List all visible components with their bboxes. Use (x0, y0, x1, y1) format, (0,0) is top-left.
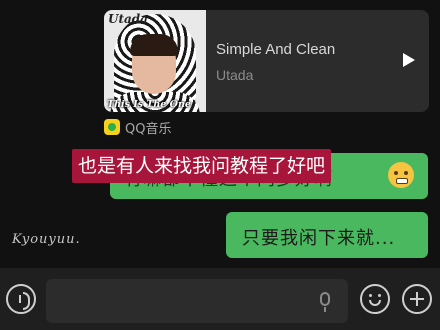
cover-hair (130, 34, 178, 56)
voice-icon[interactable] (6, 284, 36, 314)
song-artist: Utada (216, 67, 254, 83)
qq-music-icon (104, 119, 120, 135)
play-icon[interactable] (403, 53, 415, 67)
album-cover: Utada This Is The One (104, 10, 206, 112)
emoji-icon[interactable] (360, 284, 390, 314)
mic-stand (324, 307, 326, 312)
chat-area: Utada This Is The One Simple And Clean U… (0, 0, 440, 268)
video-caption: 也是有人来找我问教程了好吧 (72, 149, 332, 183)
message-bubble[interactable]: 只要我闲下来就... (226, 212, 428, 258)
message-text: 只要我闲下来就... (242, 228, 396, 249)
signature-watermark: Kyouyuu. (12, 232, 81, 247)
plus-icon[interactable] (402, 284, 432, 314)
song-title: Simple And Clean (216, 41, 336, 58)
music-share-card[interactable]: Utada This Is The One Simple And Clean U… (104, 10, 429, 112)
cover-album-text: This Is The One (107, 99, 191, 110)
emoji-face-icon (388, 162, 414, 188)
source-label: QQ音乐 (125, 122, 172, 137)
cover-artist-text: Utada (108, 12, 148, 26)
message-input[interactable] (46, 279, 348, 323)
mic-icon[interactable] (320, 292, 330, 306)
